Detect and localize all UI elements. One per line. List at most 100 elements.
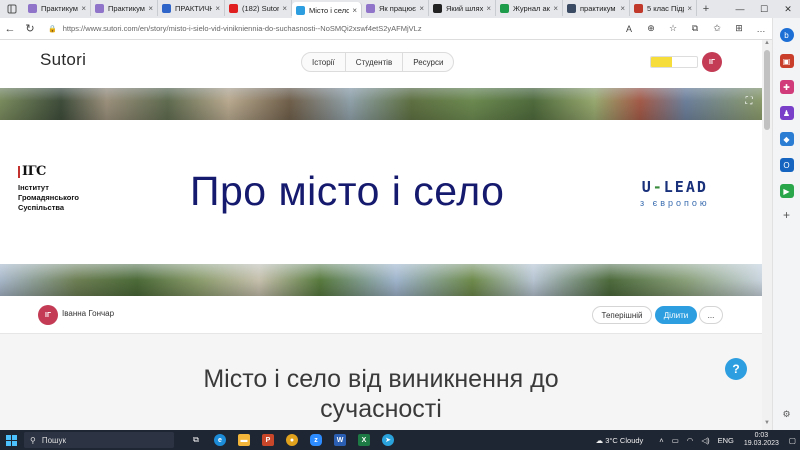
system-tray: ☁ 3°C Cloudy ˄ ▭ ◠ ◁) ENG 0:03 19.03.202… xyxy=(596,432,800,448)
browser-tab[interactable]: Як працює × xyxy=(362,0,429,16)
browser-tab[interactable]: Практикум × xyxy=(24,0,91,16)
favorite-star-icon[interactable]: ☆ xyxy=(662,23,684,34)
browser-tab[interactable]: Журнал ак × xyxy=(496,0,563,16)
reload-icon[interactable]: ↻ xyxy=(20,22,40,35)
tab-close-icon[interactable]: × xyxy=(148,4,153,13)
tab-favicon-icon xyxy=(28,3,37,13)
upgrade-meter[interactable] xyxy=(650,56,698,68)
browser-tab[interactable]: Місто і село × xyxy=(292,2,362,18)
more-options-button[interactable]: ... xyxy=(699,306,723,324)
weather-widget[interactable]: ☁ 3°C Cloudy xyxy=(596,436,644,445)
workspaces-icon[interactable] xyxy=(0,0,24,18)
outlook-icon[interactable]: O xyxy=(779,158,794,172)
tab-favicon-icon xyxy=(296,5,305,15)
isu-mark: ІГС xyxy=(18,164,79,179)
games-icon[interactable]: ♟ xyxy=(779,106,794,120)
tab-close-icon[interactable]: × xyxy=(620,4,625,13)
chrome-icon[interactable]: ● xyxy=(280,431,304,449)
nav-stories[interactable]: Історії xyxy=(302,52,345,72)
wifi-icon[interactable]: ◠ xyxy=(687,436,694,445)
drop-icon[interactable]: ▶ xyxy=(779,184,794,198)
tab-label: Практикум xyxy=(108,3,145,13)
back-icon[interactable]: ← xyxy=(0,23,20,35)
tab-favicon-icon xyxy=(162,3,171,13)
browser-tab[interactable]: ПРАКТИЧН × xyxy=(158,0,225,16)
edge-app-icon[interactable]: e xyxy=(208,431,232,449)
read-aloud-icon[interactable]: A xyxy=(618,24,640,34)
tab-label: (182) Sutori xyxy=(242,3,280,13)
tab-close-icon[interactable]: × xyxy=(81,4,86,13)
story-banner: ⛶ ІГС Інститут Громадянського Суспільств… xyxy=(0,88,762,296)
sidebar-settings-icon[interactable]: ⚙ xyxy=(782,409,790,420)
bing-chat-icon[interactable]: b xyxy=(779,28,794,42)
zoom-icon[interactable]: ⊕ xyxy=(640,23,662,34)
maximize-icon[interactable]: ☐ xyxy=(752,4,776,15)
nav-students[interactable]: Студентів xyxy=(344,52,403,72)
browser-tab[interactable]: 5 клас Підр × xyxy=(630,0,697,16)
task-view-icon[interactable]: ⧉ xyxy=(184,431,208,449)
author-name[interactable]: Іванна Гончар xyxy=(62,309,114,318)
tab-close-icon[interactable]: × xyxy=(486,4,491,13)
split-screen-icon[interactable]: ⧉ xyxy=(684,23,706,34)
scroll-down-icon[interactable]: ▼ xyxy=(762,420,772,430)
author-avatar[interactable]: ІГ xyxy=(38,305,58,325)
clock[interactable]: 0:03 19.03.2023 xyxy=(744,432,779,448)
tools-icon[interactable]: ✚ xyxy=(779,80,794,94)
browser-tab[interactable]: Який шлях × xyxy=(429,0,496,16)
scroll-thumb[interactable] xyxy=(764,50,770,130)
taskbar-search-placeholder: Пошук xyxy=(41,435,66,445)
tab-close-icon[interactable]: × xyxy=(687,4,692,13)
tab-close-icon[interactable]: × xyxy=(352,6,357,15)
tab-label: Практикум xyxy=(41,3,78,13)
browser-tab[interactable]: (182) Sutori × xyxy=(225,0,292,16)
tab-favicon-icon xyxy=(366,3,375,13)
tab-close-icon[interactable]: × xyxy=(215,4,220,13)
scroll-up-icon[interactable]: ▲ xyxy=(762,40,772,50)
edge-sidebar: b ▣ ✚ ♟ ◆ O ▶ + ⚙ xyxy=(772,18,800,430)
tab-label: ПРАКТИЧН xyxy=(175,3,213,13)
help-button[interactable]: ? xyxy=(725,358,747,380)
file-explorer-icon[interactable]: ▬ xyxy=(232,431,256,449)
browser-tab[interactable]: практикум × xyxy=(563,0,630,16)
tab-close-icon[interactable]: × xyxy=(282,4,287,13)
favorites-icon[interactable]: ✩ xyxy=(706,23,728,34)
add-sidebar-app-icon[interactable]: + xyxy=(783,208,790,222)
new-tab-button[interactable]: + xyxy=(697,3,715,15)
language-indicator[interactable]: ENG xyxy=(718,436,734,445)
search-icon: ⚲ xyxy=(30,435,36,445)
office-icon[interactable]: ◆ xyxy=(779,132,794,146)
sutori-logo[interactable]: Sutori xyxy=(40,50,86,70)
notifications-icon[interactable]: ▢ xyxy=(789,436,796,445)
volume-icon[interactable]: ◁) xyxy=(701,436,709,445)
powerpoint-icon[interactable]: P xyxy=(256,431,280,449)
close-window-icon[interactable]: ✕ xyxy=(776,4,800,15)
page-scrollbar[interactable]: ▲ ▼ xyxy=(762,40,772,430)
isu-logo: ІГС Інститут Громадянського Суспільства xyxy=(18,164,79,213)
shopping-icon[interactable]: ▣ xyxy=(779,54,794,68)
user-avatar[interactable]: ІГ xyxy=(702,52,722,72)
tray-expand-icon[interactable]: ˄ xyxy=(659,436,663,445)
browser-tab-strip: Практикум × Практикум × ПРАКТИЧН × (182) Sutor… xyxy=(0,0,800,18)
zoom-icon-app[interactable]: z xyxy=(304,431,328,449)
browser-tab[interactable]: Практикум × xyxy=(91,0,158,16)
expand-icon[interactable]: ⛶ xyxy=(742,96,756,110)
start-button[interactable] xyxy=(0,430,22,450)
nav-resources[interactable]: Ресурси xyxy=(402,52,453,72)
excel-icon[interactable]: X xyxy=(352,431,376,449)
tab-close-icon[interactable]: × xyxy=(419,4,424,13)
telegram-icon[interactable]: ➤ xyxy=(376,431,400,449)
network-icon[interactable]: ▭ xyxy=(672,436,679,445)
lock-icon[interactable]: 🔒 xyxy=(48,25,57,33)
taskbar-search[interactable]: ⚲ Пошук xyxy=(24,432,174,448)
address-bar: ← ↻ 🔒 https://www.sutori.com/en/story/mi… xyxy=(0,18,800,40)
tab-close-icon[interactable]: × xyxy=(553,4,558,13)
collections-icon[interactable]: ⊞ xyxy=(728,23,750,34)
share-button[interactable]: Ділити xyxy=(655,306,697,324)
url-field[interactable]: 🔒 https://www.sutori.com/en/story/misto-… xyxy=(44,21,574,37)
current-button[interactable]: Теперішній xyxy=(592,306,652,324)
menu-dots-icon[interactable]: … xyxy=(750,24,772,34)
minimize-icon[interactable]: — xyxy=(728,4,752,15)
word-icon[interactable]: W xyxy=(328,431,352,449)
tab-label: Як працює xyxy=(379,3,416,13)
taskbar-apps: ⧉ e ▬ P ● z W X ➤ xyxy=(184,431,400,449)
